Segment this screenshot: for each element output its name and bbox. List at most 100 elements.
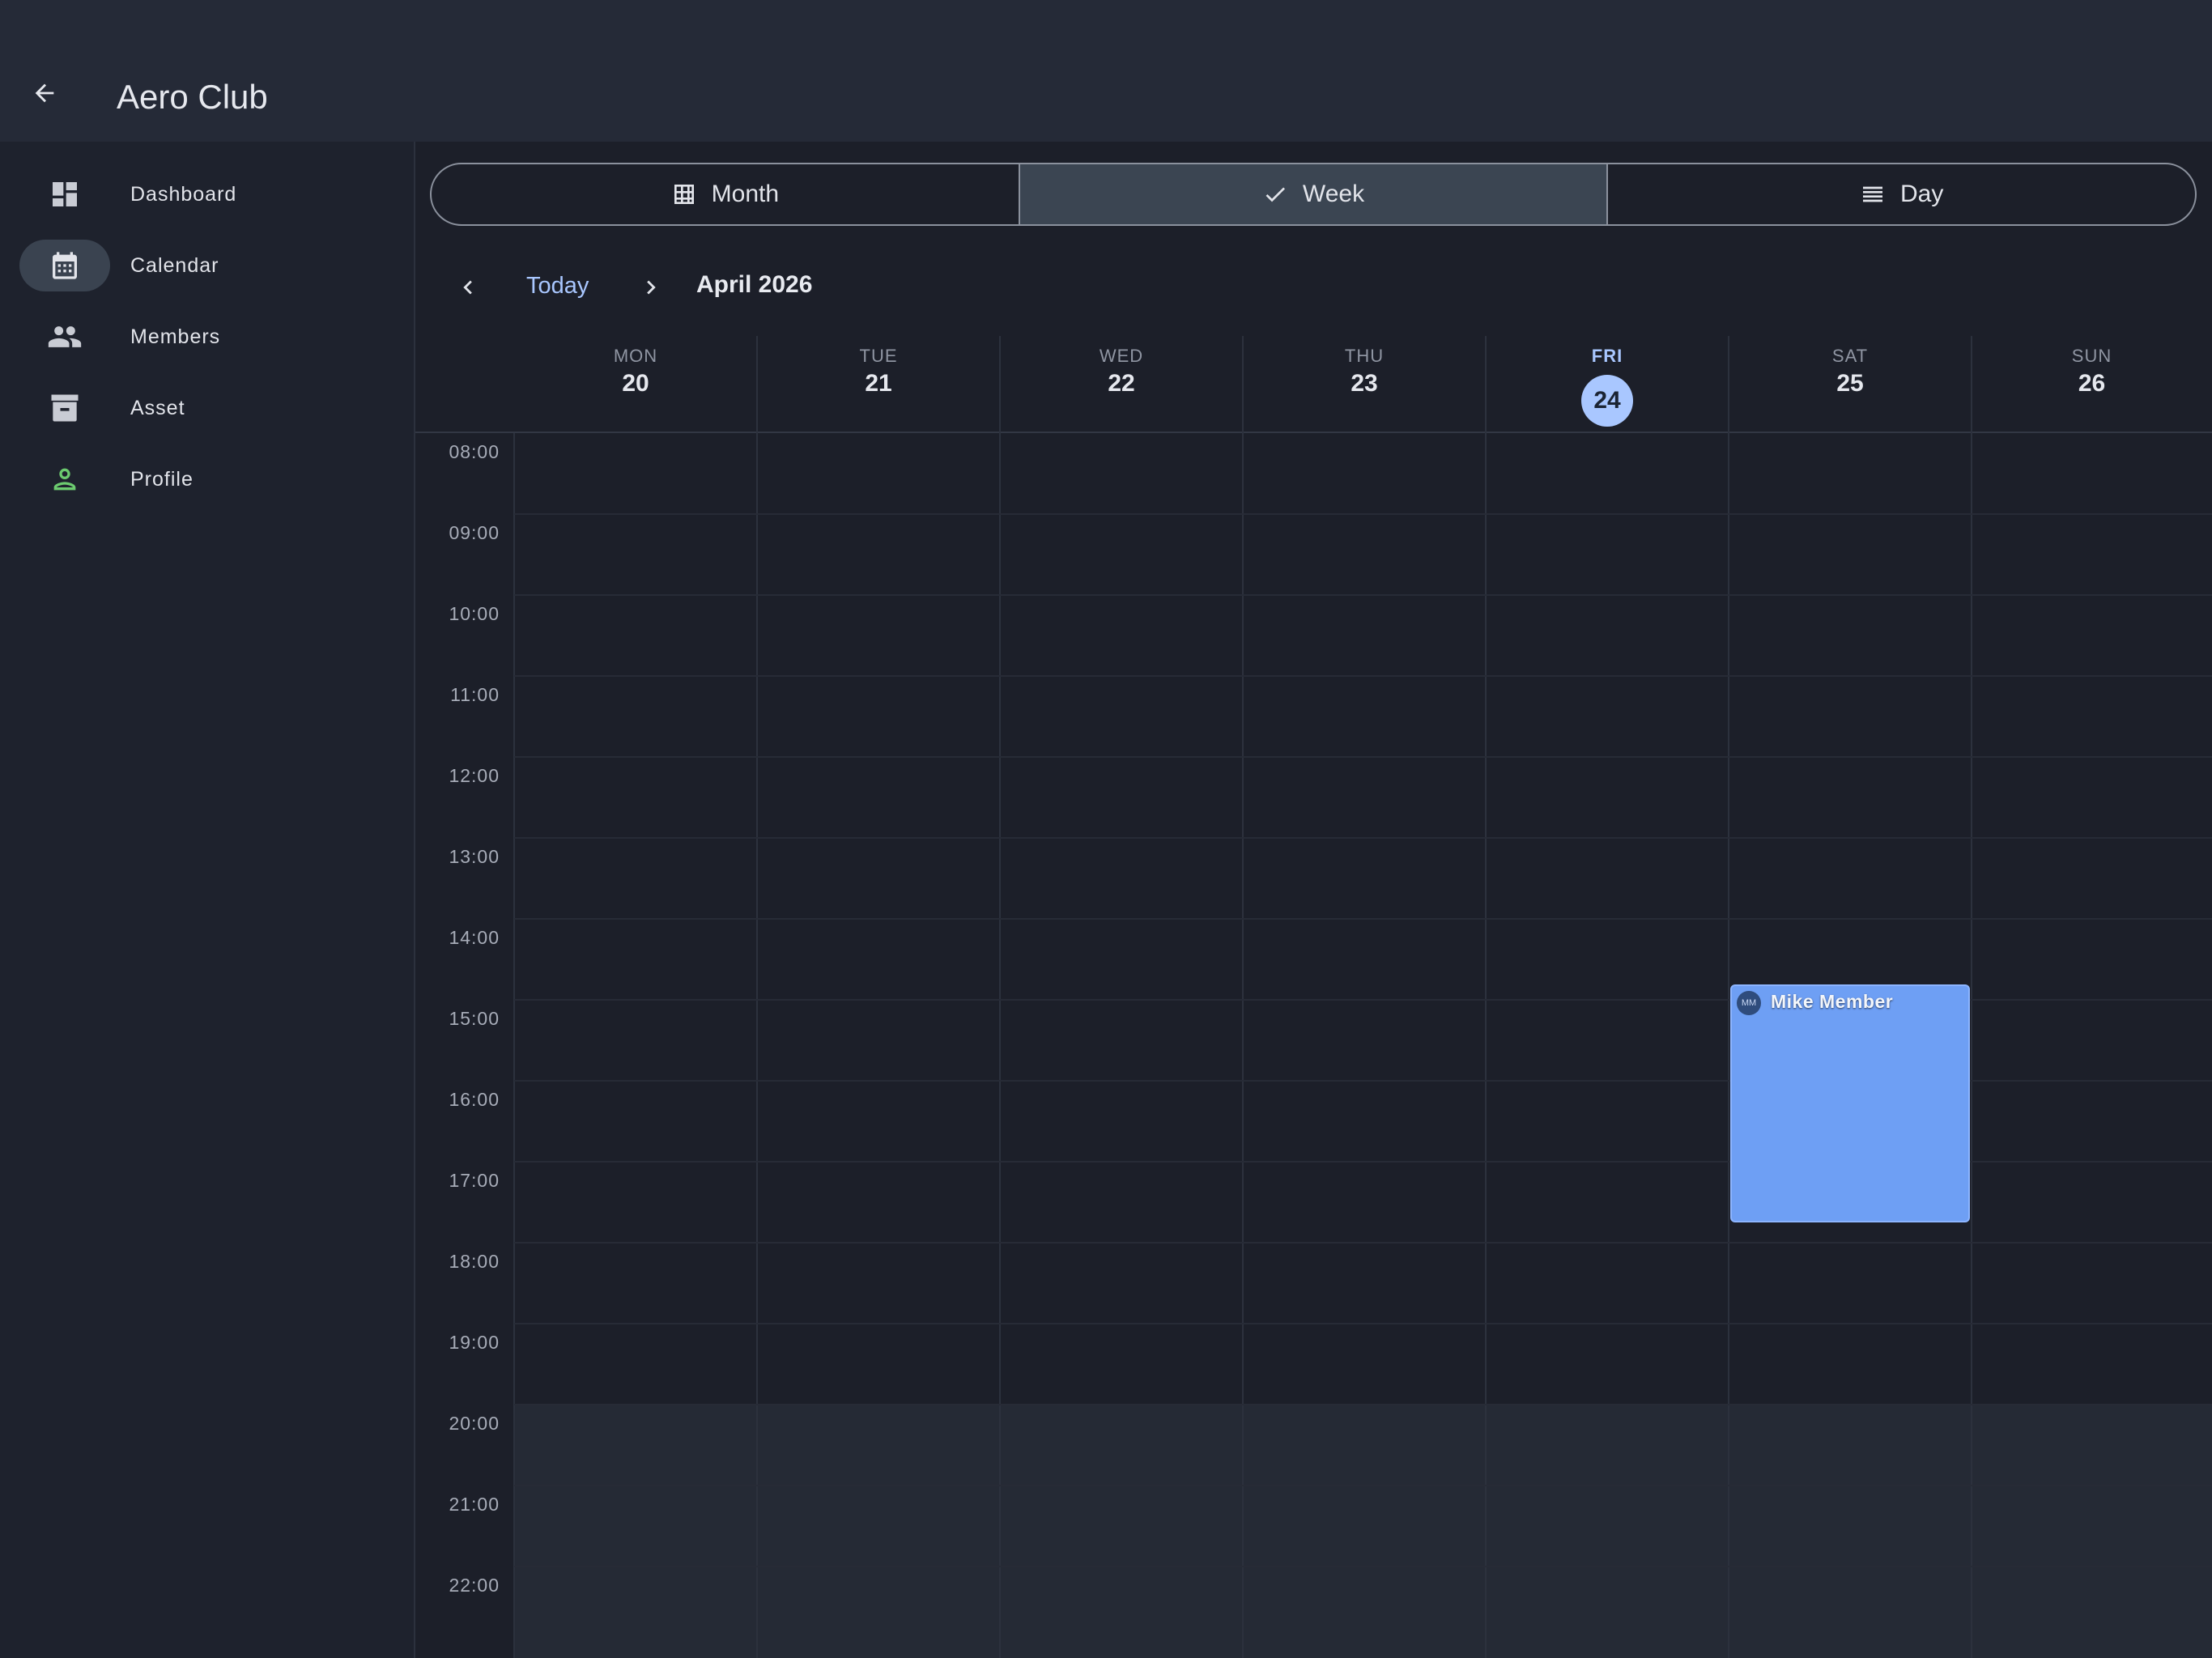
- hour-divider: [514, 675, 2212, 677]
- people-icon: [48, 326, 82, 347]
- chevron-right-icon: [647, 280, 656, 295]
- sidebar-item-members-pill: [19, 311, 110, 363]
- sidebar-item-calendar[interactable]: Calendar: [0, 240, 414, 291]
- previous-week-button[interactable]: [453, 273, 483, 302]
- sidebar-item-profile[interactable]: Profile: [0, 453, 414, 505]
- day-column-divider: [1971, 336, 1972, 1658]
- day-number: 20: [622, 370, 649, 397]
- day-number: 23: [1351, 370, 1378, 397]
- app-bar: Aero Club: [0, 0, 2212, 142]
- day-header-wed[interactable]: WED 22: [1000, 336, 1243, 432]
- archive-icon: [51, 394, 79, 422]
- back-button[interactable]: [24, 73, 65, 113]
- hour-label: 14:00: [449, 927, 500, 948]
- day-header-fri[interactable]: FRI 24: [1486, 336, 1729, 432]
- sidebar-item-label: Asset: [130, 397, 185, 419]
- day-number: 22: [1108, 370, 1135, 397]
- sidebar: Dashboard Calendar Members Asset Profile: [0, 142, 415, 1658]
- hour-label: 09:00: [449, 522, 500, 543]
- hour-divider: [514, 756, 2212, 758]
- day-of-week: SAT: [1831, 346, 1869, 366]
- day-of-week: WED: [1099, 346, 1144, 366]
- person-icon: [53, 468, 76, 491]
- day-header-sun[interactable]: SUN 26: [1972, 336, 2212, 432]
- hour-label: 11:00: [450, 684, 500, 705]
- day-column-divider: [999, 336, 1001, 1658]
- week-view-label: Week: [1302, 181, 1365, 207]
- day-column-divider: [513, 433, 515, 1658]
- booking-event[interactable]: MM Mike Member: [1730, 984, 1970, 1222]
- day-header-tue[interactable]: TUE 21: [757, 336, 1000, 432]
- hour-divider: [514, 1404, 2212, 1405]
- hour-label: 13:00: [449, 846, 500, 867]
- current-period-label: April 2026: [696, 271, 813, 298]
- month-view-button[interactable]: Month: [432, 164, 1020, 224]
- hour-label: 17:00: [449, 1170, 500, 1191]
- grid-icon: [674, 185, 694, 204]
- hour-label: 16:00: [449, 1089, 500, 1110]
- day-number: 26: [2078, 370, 2106, 397]
- app-title: Aero Club: [117, 78, 268, 116]
- day-view-button[interactable]: Day: [1608, 164, 2195, 224]
- day-header-mon[interactable]: MON 20: [514, 336, 757, 432]
- week-grid: MON 20 TUE 21 WED 22 THU 23 FRI 24 SAT 2…: [415, 336, 2212, 1658]
- view-switcher: Month Week Day: [430, 163, 2197, 226]
- day-number: 25: [1836, 370, 1864, 397]
- sidebar-item-profile-pill: [19, 453, 110, 505]
- day-of-week: THU: [1344, 346, 1385, 366]
- today-indicator: 24: [1581, 375, 1633, 427]
- sidebar-item-label: Calendar: [130, 254, 219, 277]
- sidebar-item-label: Members: [130, 325, 221, 348]
- sidebar-item-label: Dashboard: [130, 183, 237, 206]
- hour-divider: [514, 837, 2212, 839]
- calendar-main: Month Week Day Today April 2026 MON 20 T…: [415, 142, 2212, 1658]
- hour-label: 15:00: [449, 1008, 500, 1029]
- hour-divider: [514, 1242, 2212, 1244]
- hour-divider: [514, 594, 2212, 596]
- day-header-thu[interactable]: THU 23: [1243, 336, 1486, 432]
- day-column-divider: [1485, 336, 1487, 1658]
- day-view-label: Day: [1900, 181, 1944, 207]
- lines-icon: [1863, 186, 1882, 202]
- chevron-left-icon: [463, 280, 472, 295]
- hour-label: 19:00: [449, 1332, 500, 1353]
- sidebar-item-calendar-pill: [19, 240, 110, 291]
- hour-divider: [514, 918, 2212, 920]
- month-view-label: Month: [711, 181, 780, 207]
- header-divider: [415, 432, 2212, 433]
- arrow-back-icon: [35, 83, 54, 103]
- sidebar-item-dashboard[interactable]: Dashboard: [0, 168, 414, 220]
- hour-label: 12:00: [449, 765, 500, 786]
- today-button[interactable]: Today: [526, 273, 589, 300]
- sidebar-item-dashboard-pill: [19, 168, 110, 220]
- day-number: 21: [865, 370, 892, 397]
- dashboard-icon: [53, 182, 77, 206]
- sidebar-item-label: Profile: [130, 468, 194, 491]
- day-column-divider: [1242, 336, 1244, 1658]
- sidebar-item-asset[interactable]: Asset: [0, 382, 414, 434]
- hour-label: 20:00: [449, 1413, 500, 1434]
- event-avatar: MM: [1737, 991, 1761, 1015]
- hour-label: 08:00: [449, 441, 500, 462]
- day-column-divider: [756, 336, 758, 1658]
- event-title: Mike Member: [1771, 991, 1894, 1012]
- day-header-sat[interactable]: SAT 25: [1729, 336, 1972, 432]
- hour-divider: [514, 1323, 2212, 1324]
- calendar-icon: [53, 252, 77, 279]
- next-week-button[interactable]: [636, 273, 666, 302]
- day-of-week: MON: [613, 346, 658, 366]
- hour-label: 21:00: [449, 1494, 500, 1515]
- week-view-button[interactable]: Week: [1019, 164, 1609, 224]
- sidebar-item-members[interactable]: Members: [0, 311, 414, 363]
- hour-divider: [514, 1485, 2212, 1486]
- day-column-divider: [1728, 336, 1729, 1658]
- hour-divider: [514, 1566, 2212, 1567]
- day-of-week: SUN: [2071, 346, 2112, 366]
- hour-label: 22:00: [449, 1575, 500, 1596]
- hour-label: 10:00: [449, 603, 500, 624]
- hour-divider: [514, 513, 2212, 515]
- sidebar-item-asset-pill: [19, 382, 110, 434]
- hour-label: 18:00: [449, 1251, 500, 1272]
- evening-shading: [514, 1404, 2212, 1658]
- check-icon: [1266, 187, 1285, 202]
